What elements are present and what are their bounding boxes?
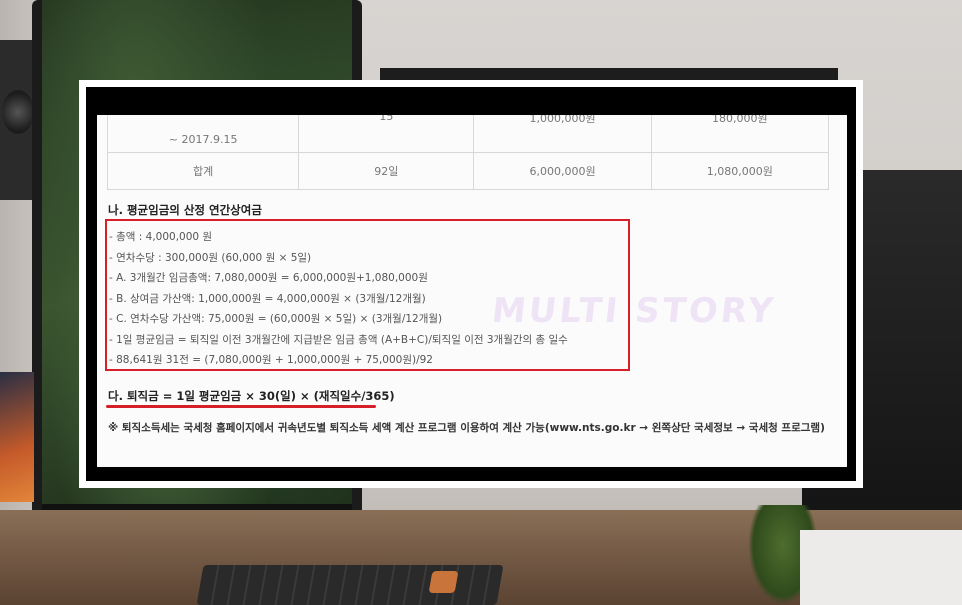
table-row: ~ 2017.9.15 15 1,000,000원 180,000원 <box>106 115 830 153</box>
wage-cell: 1,000,000원 <box>473 115 652 153</box>
period-cell: ~ 2017.9.15 <box>106 115 300 153</box>
days-cell: 15 <box>298 115 475 153</box>
bonus-cell: 1,080,000원 <box>650 152 830 190</box>
laptop <box>0 372 34 502</box>
severance-formula: 다. 퇴직금 = 1일 평균임금 × 30(일) × (재직일수/365) <box>108 389 395 403</box>
document-screenshot: ~ 2017.9.15 15 1,000,000원 180,000원 합계 92… <box>79 80 863 488</box>
speaker-cone <box>2 90 34 134</box>
keyboard-knob <box>428 571 459 593</box>
list-item: - A. 3개월간 임금총액: 7,080,000원 = 6,000,000원+… <box>109 272 428 284</box>
period-cell: 합계 <box>106 152 300 190</box>
watermark: MULTI STORY <box>489 291 778 331</box>
list-item: - 1일 평균임금 = 퇴직일 이전 3개월간에 지급받은 임금 총액 (A+B… <box>109 333 568 346</box>
list-item: - 총액 : 4,000,000 원 <box>109 231 213 243</box>
days-cell: 92일 <box>298 152 475 190</box>
formula-underline <box>106 405 376 408</box>
wage-table: ~ 2017.9.15 15 1,000,000원 180,000원 합계 92… <box>106 115 830 190</box>
white-object <box>800 530 962 605</box>
table-row-total: 합계 92일 6,000,000원 1,080,000원 <box>106 152 830 190</box>
black-frame: ~ 2017.9.15 15 1,000,000원 180,000원 합계 92… <box>86 87 856 481</box>
section-title: 나. 평균임금의 산정 연간상여금 <box>108 203 262 217</box>
list-item: - 연차수당 : 300,000원 (60,000 원 × 5일) <box>109 251 312 264</box>
keyboard <box>196 565 504 605</box>
document-page: ~ 2017.9.15 15 1,000,000원 180,000원 합계 92… <box>97 115 847 467</box>
tax-note: ※ 퇴직소득세는 국세청 홈페이지에서 귀속년도별 퇴직소득 세액 계산 프로그… <box>108 422 825 434</box>
list-item: - 88,641원 31전 = (7,080,000원 + 1,000,000원… <box>109 354 433 366</box>
bonus-cell: 180,000원 <box>650 115 830 153</box>
wage-cell: 6,000,000원 <box>473 152 652 190</box>
